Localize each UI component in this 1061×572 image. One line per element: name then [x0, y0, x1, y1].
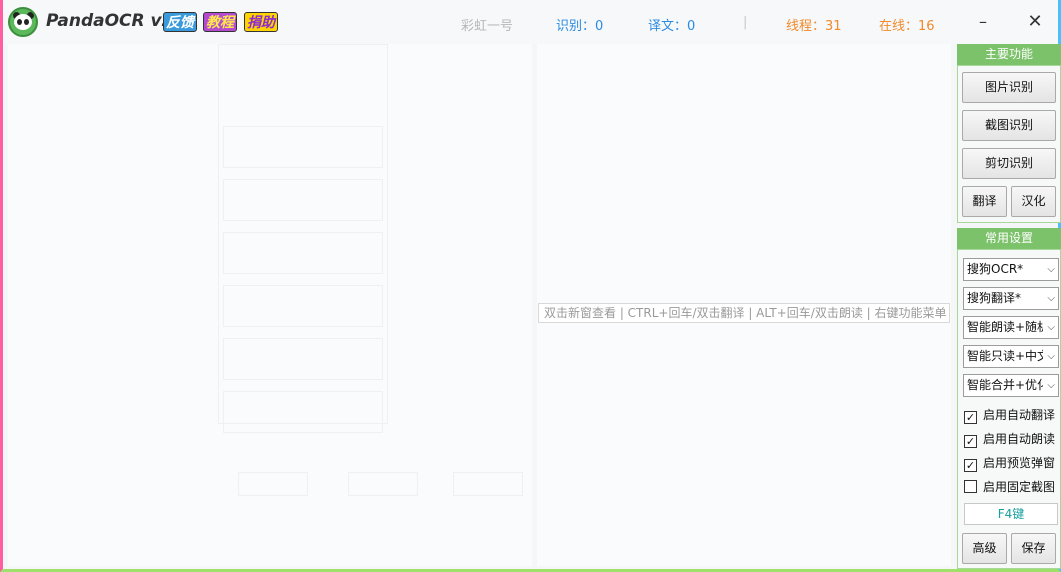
translate-engine-select[interactable]: 搜狗翻译* ⌵	[963, 287, 1059, 310]
common-settings-group: 搜狗OCR* ⌵ 搜狗翻译* ⌵ 智能朗读+随机 ⌵ 智能只读+中文 ⌵ 智能合并+优化…	[957, 249, 1061, 569]
image-ocr-button[interactable]: 图片识别	[962, 72, 1056, 103]
common-settings-header: 常用设置	[957, 228, 1061, 249]
title-bar: PandaOCR v2.6 反馈 教程 捐助 彩虹一号 识别：0 译文：0 | …	[3, 0, 1058, 44]
panda-logo-icon	[8, 7, 38, 37]
read-mode-select[interactable]: 智能朗读+随机 ⌵	[963, 316, 1059, 339]
chevron-down-icon: ⌵	[1047, 293, 1055, 304]
tutorial-button[interactable]: 教程	[203, 12, 237, 32]
auto-translate-checkbox[interactable]: ✓ 启用自动翻译	[964, 406, 1055, 424]
main-functions-group: 图片识别 截图识别 剪切识别 翻译 汉化	[957, 65, 1061, 223]
read-only-mode-select[interactable]: 智能只读+中文 ⌵	[963, 345, 1059, 368]
chevron-down-icon: ⌵	[1047, 380, 1055, 391]
checkbox-unchecked-icon	[964, 480, 977, 493]
donate-button[interactable]: 捐助	[244, 12, 278, 32]
close-button[interactable]: ✕	[1010, 4, 1060, 40]
chevron-down-icon: ⌵	[1047, 322, 1055, 333]
minimize-button[interactable]: –	[958, 4, 1008, 40]
app-window: PandaOCR v2.6 反馈 教程 捐助 彩虹一号 识别：0 译文：0 | …	[0, 0, 1061, 572]
clipboard-ocr-button[interactable]: 剪切识别	[962, 148, 1056, 179]
feedback-button[interactable]: 反馈	[163, 12, 197, 32]
save-button[interactable]: 保存	[1011, 533, 1056, 564]
online-count: 在线：16	[879, 19, 935, 34]
preview-popup-checkbox[interactable]: ✓ 启用预览弹窗	[964, 454, 1055, 472]
ocr-text-area[interactable]	[8, 44, 532, 566]
usage-hint: 双击新窗查看 | CTRL+回车/双击翻译 | ALT+回车/双击朗读 | 右键…	[538, 303, 950, 323]
main-functions-header: 主要功能	[957, 44, 1061, 65]
fixed-screenshot-checkbox[interactable]: 启用固定截图	[964, 478, 1055, 496]
auto-read-checkbox[interactable]: ✓ 启用自动朗读	[964, 430, 1055, 448]
thread-count: 线程：31	[786, 19, 842, 34]
translate-button[interactable]: 翻译	[962, 186, 1007, 217]
screenshot-ocr-button[interactable]: 截图识别	[962, 110, 1056, 141]
user-name: 彩虹一号	[461, 19, 514, 34]
ocr-engine-select[interactable]: 搜狗OCR* ⌵	[963, 258, 1059, 281]
status-separator: |	[743, 15, 748, 30]
hotkey-field[interactable]: F4键	[964, 503, 1058, 525]
checkbox-checked-icon: ✓	[964, 411, 977, 424]
merge-mode-select[interactable]: 智能合并+优化 ⌵	[963, 374, 1059, 397]
background-ghost	[8, 44, 532, 566]
recognize-count: 识别：0	[556, 19, 604, 34]
chevron-down-icon: ⌵	[1047, 351, 1055, 362]
checkbox-checked-icon: ✓	[964, 435, 977, 448]
side-panel: 主要功能 图片识别 截图识别 剪切识别 翻译 汉化 常用设置 搜狗OCR* ⌵ 搜…	[956, 44, 1061, 569]
localize-button[interactable]: 汉化	[1011, 186, 1056, 217]
checkbox-checked-icon: ✓	[964, 459, 977, 472]
advanced-button[interactable]: 高级	[962, 533, 1007, 564]
chevron-down-icon: ⌵	[1047, 264, 1055, 275]
translate-count: 译文：0	[648, 19, 696, 34]
